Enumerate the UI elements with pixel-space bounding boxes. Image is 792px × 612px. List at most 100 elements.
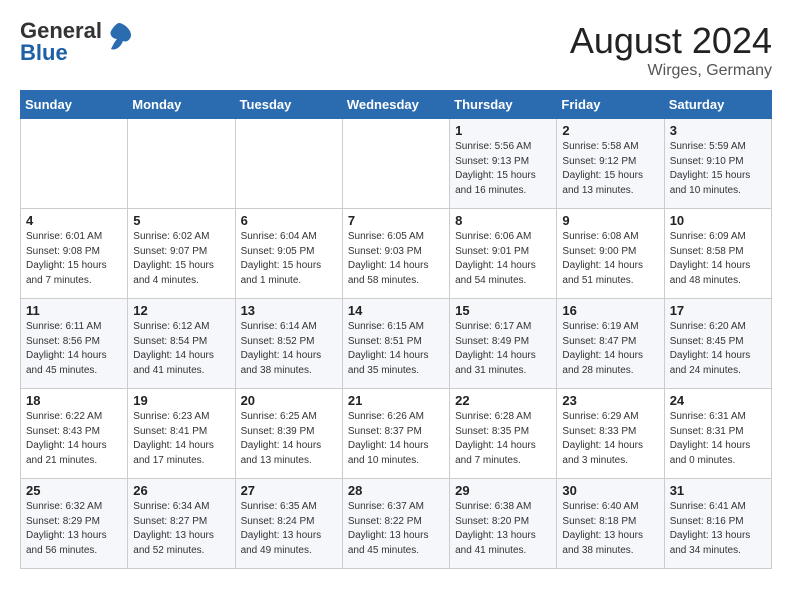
day-cell: 26 Sunrise: 6:34 AM Sunset: 8:27 PM Dayli… <box>128 479 235 569</box>
day-info: Sunrise: 6:25 AM Sunset: 8:39 PM Dayligh… <box>241 410 337 468</box>
day-info: Sunrise: 6:31 AM Sunset: 8:31 PM Dayligh… <box>670 410 766 468</box>
day-number: 3 <box>670 123 766 138</box>
day-cell: 9Sunrise: 6:08 AM Sunset: 9:00 PM Daylig… <box>557 209 664 299</box>
day-cell: 5 Sunrise: 6:02 AM Sunset: 9:07 PM Daylig… <box>128 209 235 299</box>
month-year-title: August 2024 <box>570 20 772 62</box>
day-cell: 22Sunrise: 6:28 AM Sunset: 8:35 PM Dayli… <box>450 389 557 479</box>
logo-text: General Blue <box>20 20 102 64</box>
day-info: Sunrise: 6:41 AM Sunset: 8:16 PM Dayligh… <box>670 500 766 558</box>
day-cell: 17Sunrise: 6:20 AM Sunset: 8:45 PM Dayli… <box>664 299 771 389</box>
day-number: 29 <box>455 483 551 498</box>
day-number: 31 <box>670 483 766 498</box>
day-cell: 6Sunrise: 6:04 AM Sunset: 9:05 PM Daylig… <box>235 209 342 299</box>
day-number: 5 <box>133 213 229 228</box>
day-number: 19 <box>133 393 229 408</box>
logo-bird-icon <box>105 21 133 53</box>
day-info: Sunrise: 6:06 AM Sunset: 9:01 PM Dayligh… <box>455 230 551 288</box>
header-cell-saturday: Saturday <box>664 91 771 119</box>
day-cell: 30Sunrise: 6:40 AM Sunset: 8:18 PM Dayli… <box>557 479 664 569</box>
day-number: 27 <box>241 483 337 498</box>
day-cell: 19 Sunrise: 6:23 AM Sunset: 8:41 PM Dayli… <box>128 389 235 479</box>
day-info: Sunrise: 6:34 AM Sunset: 8:27 PM Dayligh… <box>133 500 229 558</box>
day-info: Sunrise: 5:59 AM Sunset: 9:10 PM Dayligh… <box>670 140 766 198</box>
day-info: Sunrise: 6:05 AM Sunset: 9:03 PM Dayligh… <box>348 230 444 288</box>
day-cell: 4Sunrise: 6:01 AM Sunset: 9:08 PM Daylig… <box>21 209 128 299</box>
day-number: 8 <box>455 213 551 228</box>
day-number: 2 <box>562 123 658 138</box>
day-info: Sunrise: 6:37 AM Sunset: 8:22 PM Dayligh… <box>348 500 444 558</box>
day-cell: 13Sunrise: 6:14 AM Sunset: 8:52 PM Dayli… <box>235 299 342 389</box>
day-cell: 10 Sunrise: 6:09 AM Sunset: 8:58 PM Dayli… <box>664 209 771 299</box>
day-info: Sunrise: 5:56 AM Sunset: 9:13 PM Dayligh… <box>455 140 551 198</box>
day-number: 14 <box>348 303 444 318</box>
day-number: 21 <box>348 393 444 408</box>
day-cell: 14 Sunrise: 6:15 AM Sunset: 8:51 PM Dayli… <box>342 299 449 389</box>
day-info: Sunrise: 6:11 AM Sunset: 8:56 PM Dayligh… <box>26 320 122 378</box>
page-header: General Blue August 2024 Wirges, Germany <box>20 20 772 80</box>
day-number: 1 <box>455 123 551 138</box>
day-info: Sunrise: 6:02 AM Sunset: 9:07 PM Dayligh… <box>133 230 229 288</box>
day-cell: 7 Sunrise: 6:05 AM Sunset: 9:03 PM Daylig… <box>342 209 449 299</box>
day-cell <box>21 119 128 209</box>
day-number: 12 <box>133 303 229 318</box>
day-info: Sunrise: 6:35 AM Sunset: 8:24 PM Dayligh… <box>241 500 337 558</box>
day-info: Sunrise: 6:38 AM Sunset: 8:20 PM Dayligh… <box>455 500 551 558</box>
day-cell: 27 Sunrise: 6:35 AM Sunset: 8:24 PM Dayli… <box>235 479 342 569</box>
day-cell: 18Sunrise: 6:22 AM Sunset: 8:43 PM Dayli… <box>21 389 128 479</box>
day-info: Sunrise: 6:17 AM Sunset: 8:49 PM Dayligh… <box>455 320 551 378</box>
day-info: Sunrise: 6:19 AM Sunset: 8:47 PM Dayligh… <box>562 320 658 378</box>
day-cell <box>342 119 449 209</box>
day-number: 26 <box>133 483 229 498</box>
day-info: Sunrise: 6:04 AM Sunset: 9:05 PM Dayligh… <box>241 230 337 288</box>
week-row-4: 18Sunrise: 6:22 AM Sunset: 8:43 PM Dayli… <box>21 389 772 479</box>
day-cell: 20Sunrise: 6:25 AM Sunset: 8:39 PM Dayli… <box>235 389 342 479</box>
day-number: 23 <box>562 393 658 408</box>
calendar-table: SundayMondayTuesdayWednesdayThursdayFrid… <box>20 90 772 569</box>
day-cell: 1 Sunrise: 5:56 AM Sunset: 9:13 PM Daylig… <box>450 119 557 209</box>
day-cell <box>235 119 342 209</box>
day-info: Sunrise: 6:26 AM Sunset: 8:37 PM Dayligh… <box>348 410 444 468</box>
day-info: Sunrise: 6:01 AM Sunset: 9:08 PM Dayligh… <box>26 230 122 288</box>
day-number: 25 <box>26 483 122 498</box>
day-number: 16 <box>562 303 658 318</box>
header-row: SundayMondayTuesdayWednesdayThursdayFrid… <box>21 91 772 119</box>
day-info: Sunrise: 6:40 AM Sunset: 8:18 PM Dayligh… <box>562 500 658 558</box>
logo: General Blue <box>20 20 133 64</box>
header-cell-friday: Friday <box>557 91 664 119</box>
day-number: 9 <box>562 213 658 228</box>
day-info: Sunrise: 5:58 AM Sunset: 9:12 PM Dayligh… <box>562 140 658 198</box>
day-cell <box>128 119 235 209</box>
week-row-2: 4Sunrise: 6:01 AM Sunset: 9:08 PM Daylig… <box>21 209 772 299</box>
week-row-3: 11Sunrise: 6:11 AM Sunset: 8:56 PM Dayli… <box>21 299 772 389</box>
location-subtitle: Wirges, Germany <box>570 62 772 80</box>
day-cell: 16 Sunrise: 6:19 AM Sunset: 8:47 PM Dayli… <box>557 299 664 389</box>
day-number: 24 <box>670 393 766 408</box>
week-row-5: 25 Sunrise: 6:32 AM Sunset: 8:29 PM Dayli… <box>21 479 772 569</box>
day-number: 10 <box>670 213 766 228</box>
day-info: Sunrise: 6:28 AM Sunset: 8:35 PM Dayligh… <box>455 410 551 468</box>
header-cell-sunday: Sunday <box>21 91 128 119</box>
day-number: 28 <box>348 483 444 498</box>
calendar-body: 1 Sunrise: 5:56 AM Sunset: 9:13 PM Daylig… <box>21 119 772 569</box>
day-cell: 3 Sunrise: 5:59 AM Sunset: 9:10 PM Daylig… <box>664 119 771 209</box>
day-cell: 11Sunrise: 6:11 AM Sunset: 8:56 PM Dayli… <box>21 299 128 389</box>
day-cell: 29 Sunrise: 6:38 AM Sunset: 8:20 PM Dayli… <box>450 479 557 569</box>
day-info: Sunrise: 6:15 AM Sunset: 8:51 PM Dayligh… <box>348 320 444 378</box>
day-cell: 24 Sunrise: 6:31 AM Sunset: 8:31 PM Dayli… <box>664 389 771 479</box>
day-info: Sunrise: 6:32 AM Sunset: 8:29 PM Dayligh… <box>26 500 122 558</box>
header-cell-tuesday: Tuesday <box>235 91 342 119</box>
day-info: Sunrise: 6:12 AM Sunset: 8:54 PM Dayligh… <box>133 320 229 378</box>
day-info: Sunrise: 6:23 AM Sunset: 8:41 PM Dayligh… <box>133 410 229 468</box>
day-number: 7 <box>348 213 444 228</box>
day-number: 13 <box>241 303 337 318</box>
day-info: Sunrise: 6:29 AM Sunset: 8:33 PM Dayligh… <box>562 410 658 468</box>
week-row-1: 1 Sunrise: 5:56 AM Sunset: 9:13 PM Daylig… <box>21 119 772 209</box>
day-cell: 25 Sunrise: 6:32 AM Sunset: 8:29 PM Dayli… <box>21 479 128 569</box>
day-cell: 2 Sunrise: 5:58 AM Sunset: 9:12 PM Daylig… <box>557 119 664 209</box>
day-cell: 31 Sunrise: 6:41 AM Sunset: 8:16 PM Dayli… <box>664 479 771 569</box>
day-cell: 21 Sunrise: 6:26 AM Sunset: 8:37 PM Dayli… <box>342 389 449 479</box>
day-number: 15 <box>455 303 551 318</box>
day-info: Sunrise: 6:09 AM Sunset: 8:58 PM Dayligh… <box>670 230 766 288</box>
day-cell: 28 Sunrise: 6:37 AM Sunset: 8:22 PM Dayli… <box>342 479 449 569</box>
day-cell: 15 Sunrise: 6:17 AM Sunset: 8:49 PM Dayli… <box>450 299 557 389</box>
